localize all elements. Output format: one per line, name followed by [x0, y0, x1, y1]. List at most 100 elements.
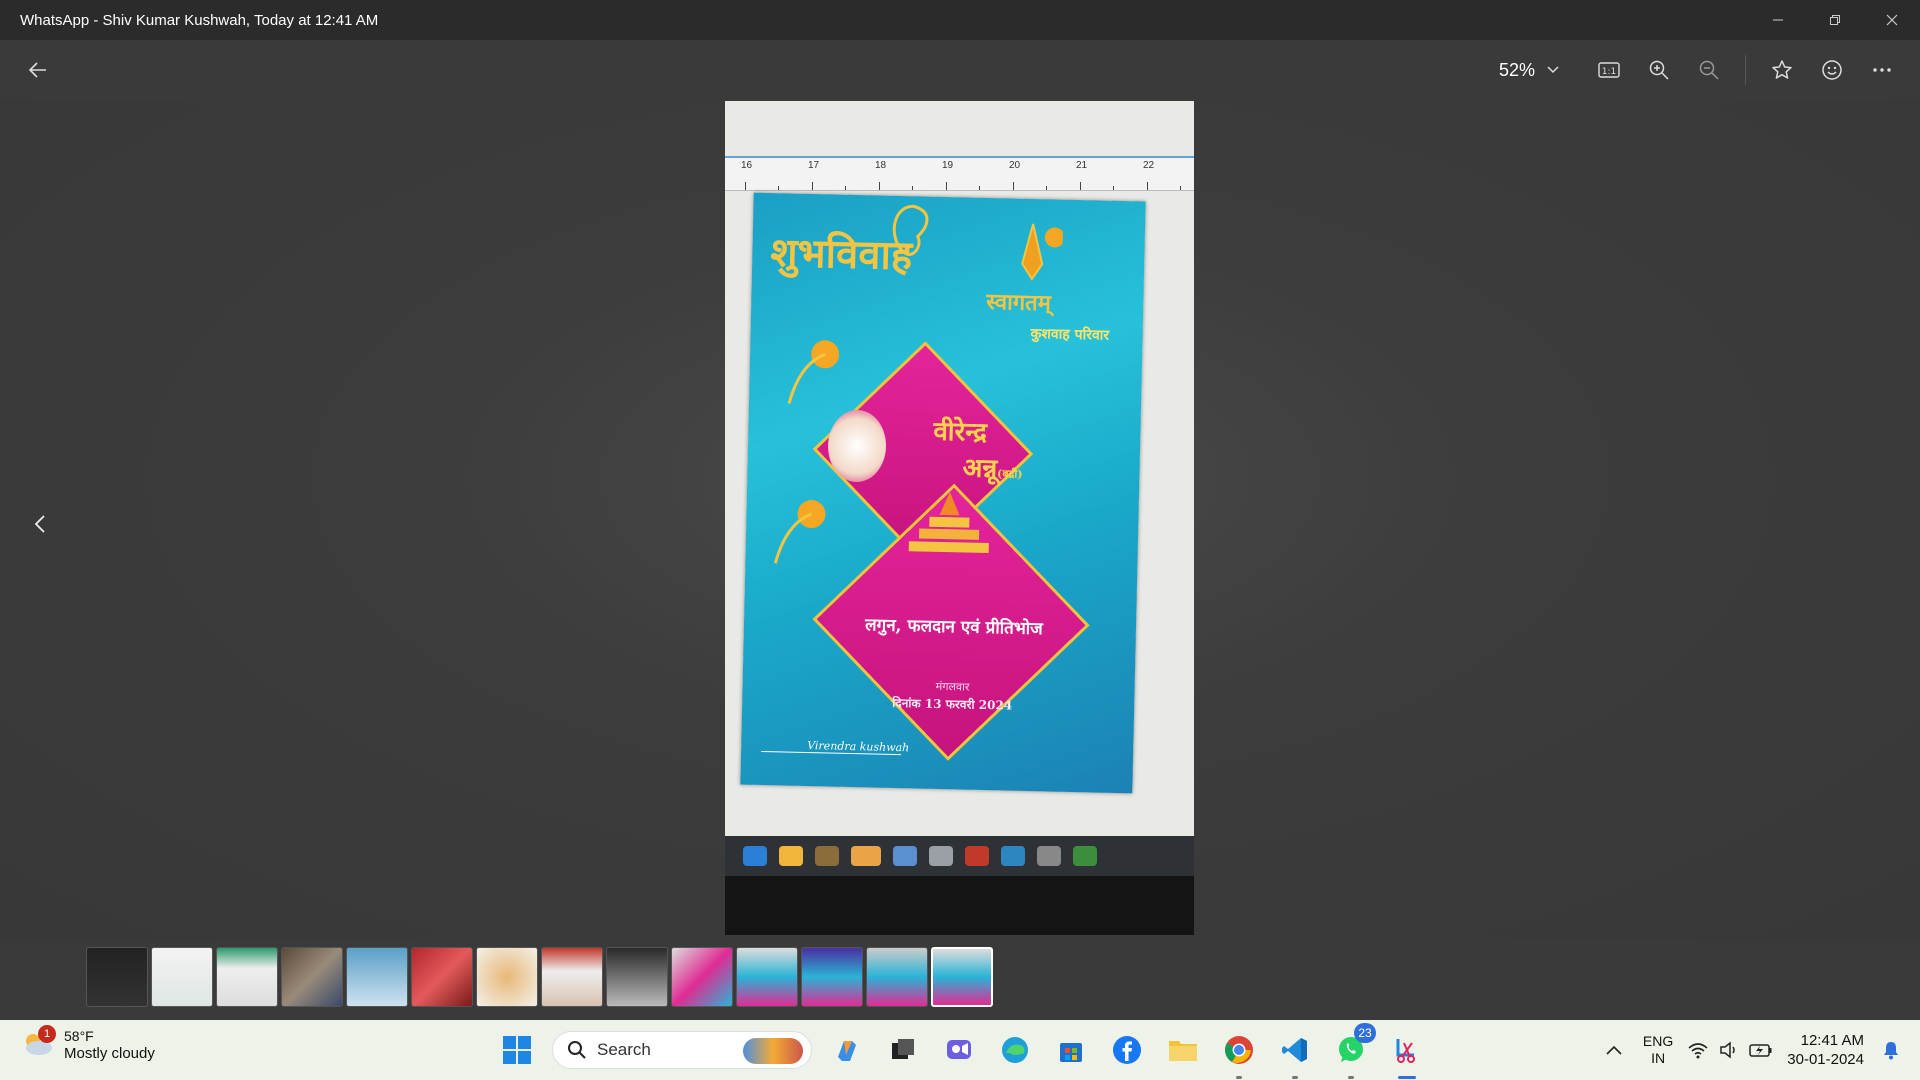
- back-button[interactable]: [22, 54, 54, 86]
- weather-desc: Mostly cloudy: [64, 1045, 155, 1062]
- toolbar-actions: 52% 1:1: [1499, 50, 1900, 90]
- title-bar: WhatsApp - Shiv Kumar Kushwah, Today at …: [0, 0, 1920, 40]
- groom-name: वीरेन्द्र: [933, 416, 988, 448]
- more-options-button[interactable]: [1864, 52, 1900, 88]
- filmstrip-thumbnail[interactable]: [346, 947, 408, 1007]
- clock-date: 30-01-2024: [1787, 1051, 1864, 1068]
- filmstrip-thumbnail[interactable]: [411, 947, 473, 1007]
- filmstrip-thumbnail[interactable]: [86, 947, 148, 1007]
- zoom-dropdown[interactable]: 52%: [1499, 60, 1559, 81]
- event-day: मंगलवार: [935, 679, 970, 694]
- filmstrip: [86, 947, 993, 1009]
- wifi-icon: [1688, 1043, 1708, 1059]
- weather-text: 58°F Mostly cloudy: [64, 1028, 155, 1063]
- monitor-bezel: [725, 876, 1194, 935]
- toolbar-separator: [1745, 55, 1746, 85]
- copilot-button[interactable]: [826, 1029, 868, 1071]
- minimize-button[interactable]: [1749, 0, 1806, 40]
- favorite-button[interactable]: [1764, 52, 1800, 88]
- smiley-icon: [1822, 60, 1842, 80]
- more-icon: [1873, 68, 1891, 72]
- filmstrip-thumbnail[interactable]: [541, 947, 603, 1007]
- ruler-label: 18: [875, 160, 887, 171]
- chrome-button[interactable]: [1218, 1029, 1260, 1079]
- clock[interactable]: 12:41 AM 30-01-2024: [1787, 1031, 1864, 1069]
- ruler-label: 19: [942, 160, 954, 171]
- file-explorer-button[interactable]: [1162, 1029, 1204, 1071]
- window-controls: [1749, 0, 1920, 40]
- chrome-icon: [1225, 1036, 1253, 1064]
- previous-image-button[interactable]: [24, 504, 56, 544]
- running-indicator-active: [1398, 1076, 1416, 1079]
- filmstrip-thumbnail[interactable]: [216, 947, 278, 1007]
- filmstrip-thumbnail[interactable]: [151, 947, 213, 1007]
- lang-secondary: IN: [1651, 1050, 1666, 1066]
- battery-icon: [1749, 1044, 1772, 1057]
- zoom-value: 52%: [1498, 59, 1535, 80]
- filmstrip-thumbnail[interactable]: [736, 947, 798, 1007]
- input-language[interactable]: ENG IN: [1643, 1033, 1673, 1067]
- volume-icon: [1720, 1041, 1736, 1059]
- react-button[interactable]: [1814, 52, 1850, 88]
- facebook-icon: [1113, 1036, 1141, 1064]
- taskbar-apps: Search 23: [496, 1023, 1428, 1079]
- bride-name: अन्नू: [962, 453, 998, 485]
- filmstrip-thumbnail[interactable]: [281, 947, 343, 1007]
- show-hidden-icons-button[interactable]: [1599, 1029, 1629, 1071]
- task-view-button[interactable]: [882, 1029, 924, 1071]
- taskbar-search[interactable]: Search: [552, 1031, 812, 1069]
- system-tray: ENG IN 12:41 AM 30-01-2024: [1599, 1028, 1904, 1072]
- running-indicator: [1236, 1076, 1242, 1079]
- notifications-button[interactable]: [1878, 1029, 1904, 1071]
- ruler-label: 17: [808, 160, 820, 171]
- facebook-button[interactable]: [1106, 1029, 1148, 1071]
- ruler-label: 21: [1076, 160, 1088, 171]
- mandap-icon: [908, 492, 989, 554]
- close-button[interactable]: [1863, 0, 1920, 40]
- namaste-hands-icon: [1021, 223, 1064, 281]
- weather-alert-badge: 1: [38, 1025, 56, 1043]
- window-title: WhatsApp - Shiv Kumar Kushwah, Today at …: [20, 11, 379, 29]
- paisley-decoration-icon: [787, 340, 840, 404]
- lang-primary: ENG: [1642, 1033, 1674, 1049]
- restore-button[interactable]: [1806, 0, 1863, 40]
- running-indicator: [1348, 1076, 1354, 1079]
- teams-button[interactable]: [938, 1029, 980, 1071]
- card-welcome-text: स्वागतम्: [986, 288, 1052, 317]
- actual-size-button[interactable]: 1:1: [1591, 52, 1627, 88]
- filmstrip-thumbnail[interactable]: [671, 947, 733, 1007]
- displayed-photo: 16 17 18 19 20 21 22 शुभविवाह स्वागतम् क…: [725, 101, 1194, 935]
- bride-suffix: (बद्री): [996, 467, 1023, 481]
- restore-icon: [1829, 15, 1840, 25]
- zoom-in-button[interactable]: [1641, 52, 1677, 88]
- filmstrip-thumbnail-active[interactable]: [931, 947, 993, 1007]
- snipping-tool-button[interactable]: [1386, 1029, 1428, 1079]
- edge-button[interactable]: [994, 1029, 1036, 1071]
- start-button[interactable]: [496, 1029, 538, 1071]
- close-icon: [1886, 14, 1897, 26]
- minimize-icon: [1772, 19, 1783, 21]
- image-viewer: 16 17 18 19 20 21 22 शुभविवाह स्वागतम् क…: [0, 100, 1920, 940]
- viewer-toolbar: 52% 1:1: [0, 40, 1920, 100]
- card-family-text: कुशवाह परिवार: [1030, 325, 1110, 344]
- zoom-out-button[interactable]: [1691, 52, 1727, 88]
- weather-widget[interactable]: 1 58°F Mostly cloudy: [20, 1025, 155, 1063]
- ruler: 16 17 18 19 20 21 22: [725, 156, 1194, 191]
- weather-temp: 58°F: [64, 1028, 94, 1044]
- bell-icon: [1884, 1042, 1898, 1060]
- clock-time: 12:41 AM: [1800, 1032, 1864, 1049]
- whatsapp-unread-badge: 23: [1354, 1023, 1376, 1043]
- quick-settings[interactable]: [1687, 1041, 1773, 1059]
- weather-icon-wrap: 1: [20, 1025, 56, 1062]
- filmstrip-thumbnail[interactable]: [801, 947, 863, 1007]
- filmstrip-thumbnail[interactable]: [866, 947, 928, 1007]
- paisley-decoration-icon: [773, 500, 826, 564]
- filmstrip-thumbnail[interactable]: [606, 947, 668, 1007]
- filmstrip-thumbnail[interactable]: [476, 947, 538, 1007]
- copilot-icon: [838, 1041, 856, 1061]
- store-button[interactable]: [1050, 1029, 1092, 1071]
- search-highlight-image: [743, 1038, 803, 1064]
- star-icon: [1772, 60, 1792, 79]
- whatsapp-button[interactable]: 23: [1330, 1023, 1376, 1079]
- vscode-button[interactable]: [1274, 1029, 1316, 1079]
